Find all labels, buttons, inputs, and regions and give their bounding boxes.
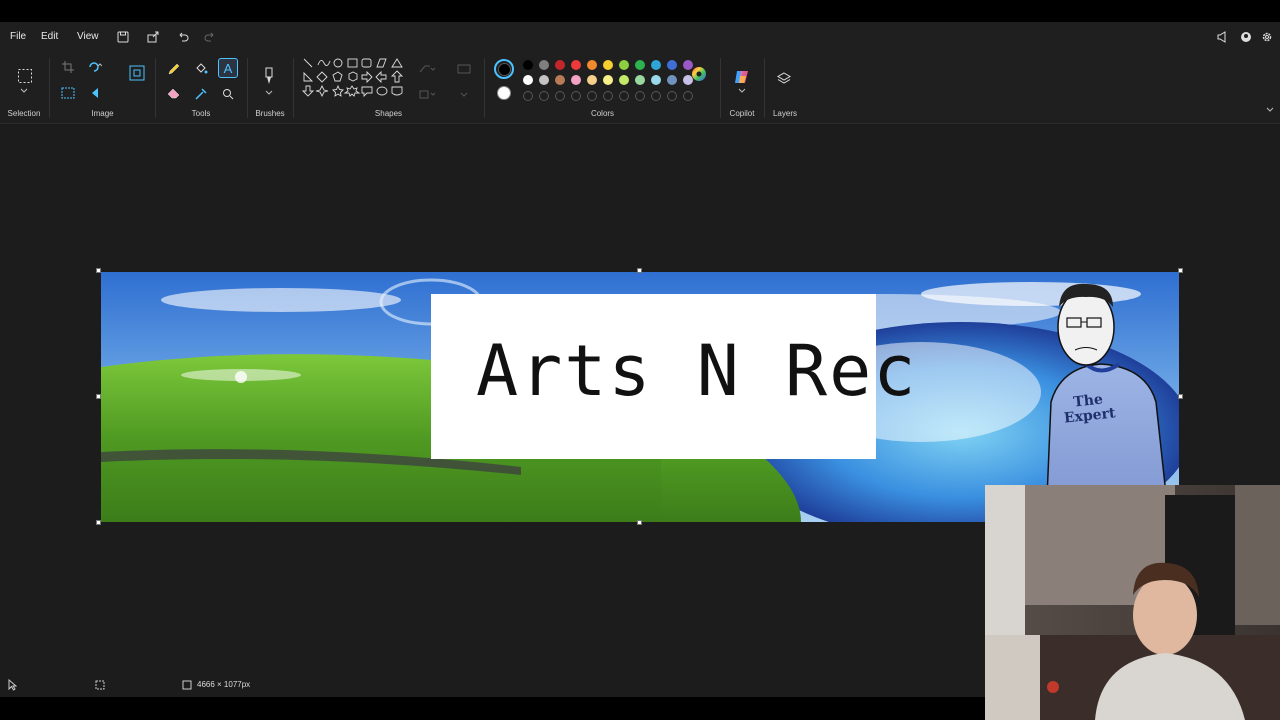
ribbon-divider — [49, 58, 50, 118]
ribbon-collapse-icon[interactable] — [1261, 104, 1279, 114]
color-swatch[interactable] — [587, 60, 597, 70]
chevron-down-icon[interactable] — [15, 85, 33, 95]
chevron-down-icon[interactable] — [260, 87, 278, 97]
color-swatch[interactable] — [571, 75, 581, 85]
custom-color-slot[interactable] — [683, 91, 693, 101]
shape-style-icon[interactable] — [455, 60, 473, 78]
custom-color-slot[interactable] — [555, 91, 565, 101]
group-label-shapes: Shapes — [374, 109, 403, 118]
custom-color-slot[interactable] — [523, 91, 533, 101]
custom-color-slot[interactable] — [635, 91, 645, 101]
ribbon-divider — [155, 58, 156, 118]
text-tool-icon[interactable]: A — [218, 58, 238, 78]
undo-icon[interactable] — [175, 29, 191, 45]
canvas-size-icon — [178, 676, 196, 694]
rotate-icon[interactable] — [86, 58, 104, 76]
ribbon-divider — [764, 58, 765, 118]
pencil-icon[interactable] — [165, 60, 183, 78]
color-swatch[interactable] — [651, 75, 661, 85]
magnifier-icon[interactable] — [219, 85, 237, 103]
resize-handle[interactable] — [637, 520, 642, 525]
secondary-color-swatch[interactable] — [497, 86, 511, 100]
group-label-image: Image — [91, 109, 114, 118]
chevron-down-icon[interactable] — [455, 85, 473, 103]
menu-edit[interactable]: Edit — [41, 31, 58, 42]
color-swatch[interactable] — [667, 60, 677, 70]
flip-icon[interactable] — [86, 84, 104, 102]
shape-fill-icon[interactable] — [418, 85, 436, 103]
save-icon[interactable] — [115, 29, 131, 45]
color-swatch[interactable] — [539, 75, 549, 85]
primary-color-swatch[interactable] — [494, 59, 514, 79]
custom-color-slot[interactable] — [667, 91, 677, 101]
color-swatch[interactable] — [555, 75, 565, 85]
custom-color-slot[interactable] — [571, 91, 581, 101]
color-swatch[interactable] — [523, 75, 533, 85]
shirt-text: The Expert — [1058, 391, 1121, 427]
ribbon-divider — [293, 58, 294, 118]
redo-icon[interactable] — [202, 29, 218, 45]
color-swatch[interactable] — [619, 60, 629, 70]
color-picker-icon[interactable] — [192, 85, 210, 103]
ribbon-divider — [247, 58, 248, 118]
custom-color-slot[interactable] — [619, 91, 629, 101]
color-swatch[interactable] — [587, 75, 597, 85]
group-label-selection: Selection — [7, 109, 41, 118]
color-swatch[interactable] — [635, 60, 645, 70]
ribbon-divider — [484, 58, 485, 118]
account-icon[interactable] — [1238, 29, 1254, 45]
resize-handle[interactable] — [1178, 268, 1183, 273]
share-icon[interactable] — [145, 29, 161, 45]
color-swatch[interactable] — [603, 60, 613, 70]
ribbon-toolbar: Selection Image A Tools Brushes Shapes C… — [0, 52, 1280, 124]
resize-handle[interactable] — [96, 520, 101, 525]
selection-size-icon — [91, 676, 109, 694]
resize-icon[interactable] — [128, 64, 146, 82]
color-swatch[interactable] — [667, 75, 677, 85]
resize-handle[interactable] — [96, 394, 101, 399]
shapes-gallery[interactable] — [302, 57, 406, 107]
group-label-brushes: Brushes — [255, 109, 285, 118]
group-label-copilot: Copilot — [729, 109, 755, 118]
chevron-down-icon[interactable] — [733, 85, 751, 95]
selection-rectangle-icon[interactable] — [15, 66, 35, 86]
webcam-overlay — [985, 485, 1280, 720]
announcement-icon[interactable] — [1214, 29, 1230, 45]
edit-colors-icon[interactable] — [689, 64, 709, 84]
menu-view[interactable]: View — [77, 31, 99, 42]
resize-handle[interactable] — [96, 268, 101, 273]
color-swatch[interactable] — [651, 60, 661, 70]
title-menu-bar: File Edit View — [0, 22, 1280, 52]
color-swatch[interactable] — [619, 75, 629, 85]
settings-icon[interactable] — [1259, 29, 1275, 45]
shape-outline-icon[interactable] — [418, 60, 436, 78]
brush-icon[interactable] — [260, 65, 278, 87]
ribbon-divider — [720, 58, 721, 118]
menu-file[interactable]: File — [10, 31, 26, 42]
group-label-tools: Tools — [191, 109, 211, 118]
canvas-dimensions: 4666 × 1077px — [197, 680, 251, 689]
custom-color-slot[interactable] — [539, 91, 549, 101]
color-swatch[interactable] — [523, 60, 533, 70]
crop-icon[interactable] — [59, 58, 77, 76]
cursor-position-icon — [3, 676, 21, 694]
image-select-icon[interactable] — [59, 84, 77, 102]
group-label-layers: Layers — [772, 109, 797, 118]
group-label-colors: Colors — [590, 109, 615, 118]
resize-handle[interactable] — [637, 268, 642, 273]
custom-color-slot[interactable] — [603, 91, 613, 101]
color-swatch[interactable] — [571, 60, 581, 70]
fill-bucket-icon[interactable] — [192, 60, 210, 78]
layers-icon[interactable] — [775, 70, 793, 88]
custom-color-slot[interactable] — [651, 91, 661, 101]
eraser-icon[interactable] — [165, 85, 183, 103]
resize-handle[interactable] — [1178, 394, 1183, 399]
color-swatch[interactable] — [539, 60, 549, 70]
banner-title[interactable]: Arts N Rec — [476, 330, 917, 412]
color-swatch[interactable] — [603, 75, 613, 85]
color-swatch[interactable] — [635, 75, 645, 85]
color-swatch[interactable] — [555, 60, 565, 70]
custom-color-slot[interactable] — [587, 91, 597, 101]
